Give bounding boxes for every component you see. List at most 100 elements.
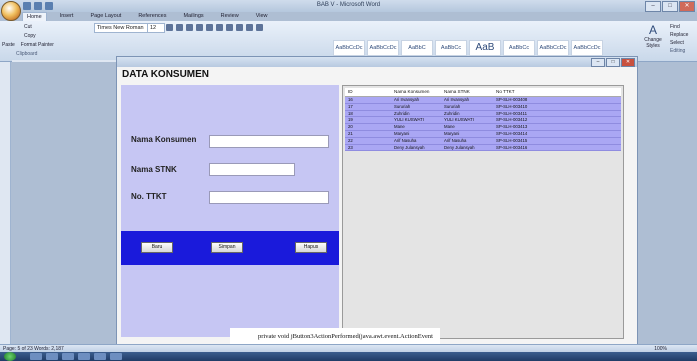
- cut-button[interactable]: Cut: [2, 23, 86, 32]
- tab-home[interactable]: Home: [22, 12, 47, 21]
- taskbar-icon[interactable]: [30, 353, 42, 360]
- table-cell: SP-SLH-003411: [496, 110, 527, 116]
- table-body: 16 Ari Irvansyah Ari Irvansyah SP-SLH-00340…: [345, 97, 621, 152]
- table-cell: SP-SLH-003408: [496, 97, 528, 102]
- column-header[interactable]: Nama STNK: [444, 88, 496, 96]
- taskbar-icon[interactable]: [62, 353, 74, 360]
- nama-konsumen-label: Nama Konsumen: [131, 135, 197, 144]
- table-cell: SP-SLH-003410: [496, 103, 528, 109]
- table-cell: 20: [348, 124, 353, 130]
- clipboard-label: Clipboard: [16, 51, 38, 57]
- decrease-indent-icon[interactable]: [226, 24, 233, 31]
- table-cell: Mane: [444, 124, 455, 130]
- pilcrow-icon[interactable]: [256, 24, 263, 31]
- minimize-button[interactable]: –: [645, 1, 661, 12]
- tab-references[interactable]: References: [134, 12, 170, 21]
- tab-mailings[interactable]: Mailings: [179, 12, 207, 21]
- clipboard-group: Cut Copy Paste Format Painter Clipboard: [2, 23, 86, 59]
- simpan-button[interactable]: Simpan: [211, 242, 243, 253]
- select-button[interactable]: Select: [670, 39, 697, 47]
- table-cell: Deny Julansyah: [394, 144, 425, 150]
- table-row[interactable]: 16 Ari Irvansyah Ari Irvansyah SP-SLH-00340…: [345, 97, 621, 104]
- increase-indent-icon[interactable]: [236, 24, 243, 31]
- app-maximize-button[interactable]: □: [606, 58, 620, 67]
- bullets-icon[interactable]: [196, 24, 203, 31]
- nama-konsumen-field[interactable]: [209, 135, 329, 148]
- style-item[interactable]: AaBbCcDc: [537, 40, 569, 56]
- table-cell: 19: [348, 117, 353, 123]
- copy-button[interactable]: Copy: [2, 32, 86, 41]
- document-title: BAB V - Microsoft Word: [316, 2, 381, 8]
- table-row[interactable]: 19 YULI KUSWATI YULI KUSWATI SP-SLH-003412: [345, 117, 621, 125]
- table-cell: SP-SLH-003416: [496, 144, 528, 150]
- no-ttkt-label: No. TTKT: [131, 192, 167, 201]
- style-item[interactable]: AaBbCcDc: [367, 40, 399, 56]
- no-ttkt-field[interactable]: [209, 191, 329, 204]
- close-button[interactable]: ✕: [679, 1, 695, 12]
- clear-format-icon[interactable]: [186, 24, 193, 31]
- style-item[interactable]: AaBbCcDc: [333, 40, 365, 56]
- style-item[interactable]: AaBbCcDc: [571, 40, 603, 56]
- table-cell: YULI KUSWATI: [444, 117, 474, 123]
- window-controls: – □ ✕: [645, 1, 695, 12]
- table-cell: Maryani: [394, 130, 410, 136]
- tab-insert[interactable]: Insert: [56, 12, 78, 21]
- style-item[interactable]: AaBbC: [401, 40, 433, 56]
- office-button[interactable]: [1, 1, 21, 21]
- table-row[interactable]: 17 Sururiah Sururiah SP-SLH-003410: [345, 103, 621, 111]
- ribbon-tabs: Home Insert Page Layout References Maili…: [22, 12, 272, 21]
- numbering-icon[interactable]: [206, 24, 213, 31]
- table-row[interactable]: 23 Deny Julansyah Deny Julansyah SP-SLH-003…: [345, 144, 621, 152]
- change-styles-button[interactable]: A Change Styles: [638, 23, 668, 58]
- table-row[interactable]: 20 Mane Mane SP-SLH-003413: [345, 124, 621, 131]
- style-item[interactable]: AaBbCc: [503, 40, 535, 56]
- konsumen-table: ID Nama Konsumen Nama STNK No TTKT 16 Ari…: [342, 85, 624, 339]
- hapus-button[interactable]: Hapus: [295, 242, 327, 253]
- tab-page-layout[interactable]: Page Layout: [86, 12, 125, 21]
- table-row[interactable]: 21 Maryani Maryani SP-SLH-003414: [345, 130, 621, 138]
- styles-gallery: AaBbCcDc AaBbCcDc AaBbC AaBbCc AaB AaBbC…: [333, 40, 603, 56]
- style-item[interactable]: AaBbCc: [435, 40, 467, 56]
- table-cell: Maryani: [444, 130, 460, 136]
- multilevel-list-icon[interactable]: [216, 24, 223, 31]
- format-painter-button[interactable]: Format Painter: [21, 41, 54, 50]
- table-cell: Ari Irvansyah: [444, 97, 470, 102]
- editing-group: Find Replace Select Editing: [670, 23, 697, 58]
- table-cell: 23: [348, 144, 353, 150]
- app-minimize-button[interactable]: –: [591, 58, 605, 67]
- taskbar-icon[interactable]: [94, 353, 106, 360]
- tab-review[interactable]: Review: [217, 12, 243, 21]
- replace-button[interactable]: Replace: [670, 31, 697, 39]
- table-row[interactable]: 18 Zuhridin Zuhridin SP-SLH-003411: [345, 110, 621, 118]
- find-button[interactable]: Find: [670, 23, 697, 31]
- table-cell: Sururiah: [444, 103, 461, 109]
- column-header[interactable]: Nama Konsumen: [394, 88, 444, 96]
- paste-button[interactable]: Paste: [2, 41, 15, 50]
- taskbar-icon[interactable]: [78, 353, 90, 360]
- table-cell: Arif Nasuha: [444, 137, 467, 143]
- table-cell: SP-SLH-003413: [496, 124, 528, 130]
- editing-label: Editing: [670, 48, 686, 54]
- font-name-box[interactable]: Times New Roman: [94, 23, 148, 33]
- column-header[interactable]: No TTKT: [496, 88, 566, 96]
- taskbar-icon[interactable]: [110, 353, 122, 360]
- style-item[interactable]: AaB: [469, 40, 501, 56]
- table-row[interactable]: 22 Arif Nasuha Arif Nasuha SP-SLH-003415: [345, 137, 621, 145]
- nama-stnk-field[interactable]: [209, 163, 295, 176]
- taskbar-icon[interactable]: [46, 353, 58, 360]
- app-window-controls: – □ ✕: [591, 58, 635, 67]
- sort-icon[interactable]: [246, 24, 253, 31]
- start-button[interactable]: [4, 352, 16, 361]
- font-size-box[interactable]: 12: [147, 23, 165, 33]
- table-header: ID Nama Konsumen Nama STNK No TTKT: [345, 88, 621, 97]
- maximize-button[interactable]: □: [662, 1, 678, 12]
- column-header[interactable]: ID: [345, 88, 394, 96]
- table-cell: Ari Irvansyah: [394, 97, 420, 102]
- shrink-font-icon[interactable]: [176, 24, 183, 31]
- tab-view[interactable]: View: [252, 12, 272, 21]
- baru-button[interactable]: Baru: [141, 242, 173, 253]
- app-close-button[interactable]: ✕: [621, 58, 635, 67]
- table-cell: Zuhridin: [444, 110, 460, 116]
- app-title-bar: – □ ✕: [117, 57, 637, 67]
- grow-font-icon[interactable]: [166, 24, 173, 31]
